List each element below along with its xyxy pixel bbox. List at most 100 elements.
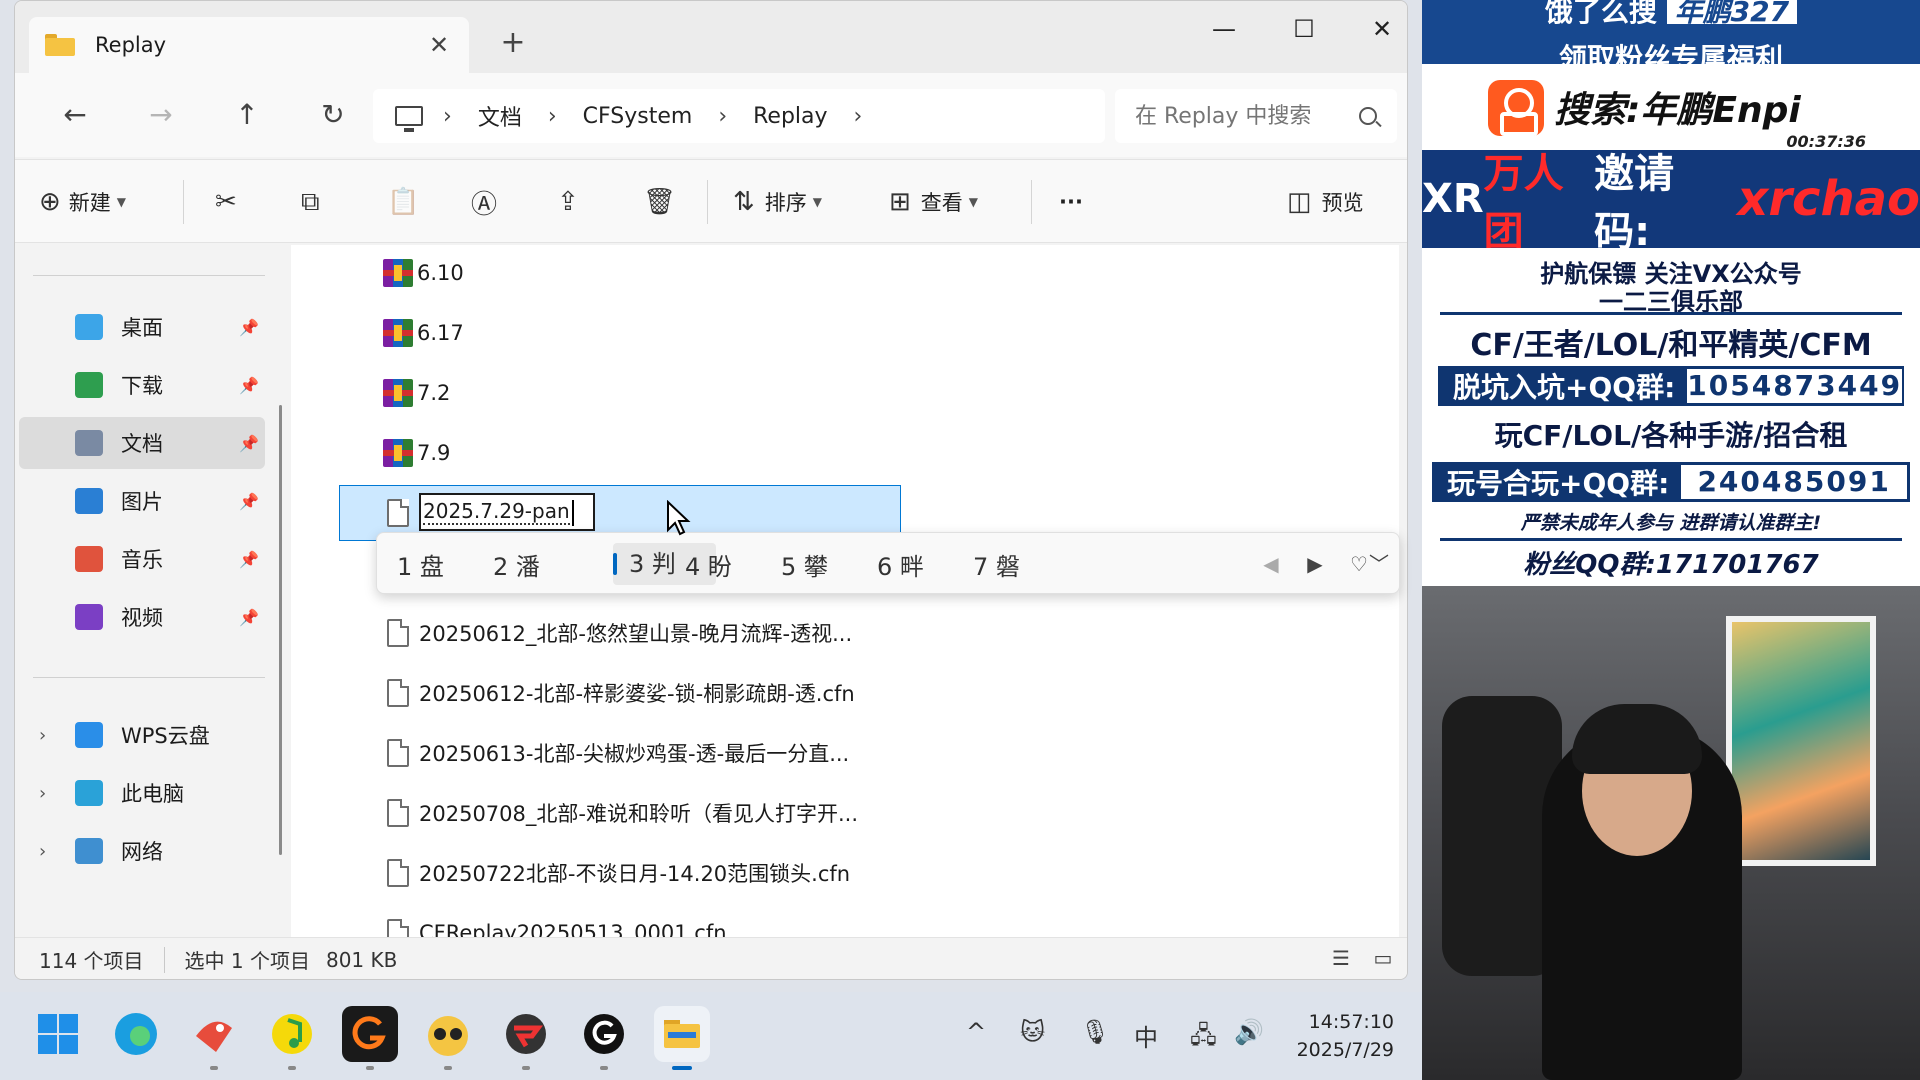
tab-close-button[interactable]: ✕ xyxy=(425,31,453,59)
qq-group-2-number: 240485091 xyxy=(1681,465,1907,499)
file-row[interactable]: 6.17 xyxy=(291,311,464,355)
tray-cat-icon[interactable]: 🐱 xyxy=(1020,1018,1045,1046)
more-options-button[interactable]: ··· xyxy=(1059,182,1083,222)
new-tab-button[interactable]: + xyxy=(493,25,533,60)
file-icon xyxy=(387,919,409,937)
sidebar-item-label: WPS云盘 xyxy=(121,724,210,748)
crossfire-app-button[interactable] xyxy=(498,1006,554,1070)
monitor-icon[interactable] xyxy=(395,106,423,132)
g-hub-app-button[interactable] xyxy=(576,1006,632,1070)
chevron-right-icon[interactable]: › xyxy=(39,841,46,862)
back-button[interactable]: ← xyxy=(51,93,99,137)
ime-candidate-2[interactable]: 2 潘 xyxy=(493,547,540,582)
sidebar-item-desktop[interactable]: 桌面 📌 xyxy=(19,301,265,353)
show-hidden-icons-button[interactable]: ^ xyxy=(966,1018,986,1046)
maximize-button[interactable]: ☐ xyxy=(1277,9,1331,49)
breadcrumb-documents[interactable]: 文档 xyxy=(478,100,522,132)
search-icon[interactable] xyxy=(1359,107,1377,125)
address-bar[interactable]: › 文档 › CFSystem › Replay › xyxy=(373,89,1105,143)
file-row[interactable]: CFReplay20250513_0001.cfn xyxy=(291,911,727,937)
ime-candidate-7[interactable]: 7 磐 xyxy=(973,547,1020,582)
app-bird-button[interactable] xyxy=(186,1006,242,1070)
preview-pane-button[interactable]: ◫ 预览 xyxy=(1287,182,1364,222)
close-window-button[interactable]: ✕ xyxy=(1355,9,1407,49)
ime-expand-button[interactable]: ﹀ xyxy=(1359,545,1399,583)
paste-button[interactable]: 📋 xyxy=(387,182,419,222)
tab-replay[interactable]: Replay ✕ xyxy=(29,17,469,73)
chevron-right-icon[interactable]: › xyxy=(548,104,557,129)
sidebar-item-videos[interactable]: 视频 📌 xyxy=(19,591,265,643)
chevron-right-icon[interactable]: › xyxy=(39,725,46,746)
network-status-icon[interactable]: 🖧 xyxy=(1190,1018,1217,1059)
rename-button[interactable]: Ⓐ xyxy=(471,182,497,222)
sidebar-item-documents[interactable]: 文档 📌 xyxy=(19,417,265,469)
sort-button[interactable]: ⇅ 排序 ▼ xyxy=(733,182,822,222)
sidebar-item-download[interactable]: 下载 📌 xyxy=(19,359,265,411)
file-icon xyxy=(387,739,409,767)
details-view-button[interactable]: ☰ xyxy=(1325,946,1357,974)
ime-candidate-4[interactable]: 4 盼 xyxy=(685,547,732,582)
rename-text: 2025.7.29-pan xyxy=(423,499,570,525)
file-icon xyxy=(387,799,409,827)
sort-icon: ⇅ xyxy=(733,187,755,217)
clipboard-icon: 📋 xyxy=(387,187,420,217)
pin-icon[interactable]: 📌 xyxy=(239,608,259,627)
share-button[interactable]: ⇪ xyxy=(557,182,579,222)
refresh-button[interactable]: ↻ xyxy=(309,93,357,137)
sidebar-item-computer[interactable]: › 此电脑 xyxy=(19,767,265,819)
breadcrumb-cfsystem[interactable]: CFSystem xyxy=(583,104,693,129)
rename-input[interactable]: 2025.7.29-pan xyxy=(419,493,595,531)
tiles-view-button[interactable]: ▭ xyxy=(1367,946,1399,974)
up-button[interactable]: ↑ xyxy=(223,93,271,137)
file-row[interactable]: 20250612_北部-悠然望山景-晚月流辉-透视... xyxy=(291,611,852,655)
search-input[interactable] xyxy=(1135,103,1359,129)
start-button[interactable] xyxy=(30,1006,86,1062)
pin-icon[interactable]: 📌 xyxy=(239,492,259,511)
download-icon xyxy=(75,372,103,398)
chevron-right-icon[interactable]: › xyxy=(854,104,863,129)
file-row[interactable]: 20250708_北部-难说和聆听（看见人打字开... xyxy=(291,791,858,835)
new-button[interactable]: ⊕ 新建 ▼ xyxy=(39,182,126,222)
file-explorer-taskbar-button[interactable] xyxy=(654,1006,710,1070)
volume-icon[interactable]: 🔊 xyxy=(1234,1018,1264,1046)
microphone-icon[interactable]: 🎙 xyxy=(1080,1018,1110,1046)
sidebar-item-pictures[interactable]: 图片 📌 xyxy=(19,475,265,527)
ime-candidate-1[interactable]: 1 盘 xyxy=(397,547,444,582)
sidebar-item-network[interactable]: › 网络 xyxy=(19,825,265,877)
edge-browser-button[interactable] xyxy=(108,1006,164,1062)
pin-icon[interactable]: 📌 xyxy=(239,550,259,569)
panda-app-button[interactable] xyxy=(420,1006,476,1070)
file-row[interactable]: 20250612-北部-梓影婆娑-锁-桐影疏朗-透.cfn xyxy=(291,671,855,715)
file-row[interactable]: 20250722北部-不谈日月-14.20范围锁头.cfn xyxy=(291,851,850,895)
file-row[interactable]: 20250613-北部-尖椒炒鸡蛋-透-最后一分直... xyxy=(291,731,849,775)
pin-icon[interactable]: 📌 xyxy=(239,376,259,395)
pin-icon[interactable]: 📌 xyxy=(239,318,259,337)
file-row[interactable]: 6.10 xyxy=(291,251,464,295)
delete-button[interactable]: 🗑 xyxy=(643,182,676,222)
scrollbar-thumb[interactable] xyxy=(279,405,282,855)
sidebar-scrollbar[interactable] xyxy=(277,245,283,937)
chevron-right-icon[interactable]: › xyxy=(718,104,727,129)
system-clock[interactable]: 14:57:10 2025/7/29 xyxy=(1290,1008,1394,1064)
ime-candidate-6[interactable]: 6 畔 xyxy=(877,547,924,582)
g-app-button[interactable] xyxy=(342,1006,398,1070)
file-row[interactable]: 7.9 xyxy=(291,431,450,475)
search-box[interactable] xyxy=(1115,89,1397,143)
selected-size: 801 KB xyxy=(325,947,398,972)
ime-prev-page-button[interactable]: ◀ xyxy=(1251,545,1291,583)
breadcrumb-replay[interactable]: Replay xyxy=(753,104,827,129)
forward-button[interactable]: → xyxy=(137,93,185,137)
ime-mode-indicator[interactable]: 中 xyxy=(1134,1018,1158,1053)
music-app-button[interactable] xyxy=(264,1006,320,1070)
copy-button[interactable]: ⧉ xyxy=(301,182,320,222)
sidebar-item-cloud[interactable]: › WPS云盘 xyxy=(19,709,265,761)
chevron-right-icon[interactable]: › xyxy=(39,783,46,804)
ime-candidate-5[interactable]: 5 攀 xyxy=(781,547,828,582)
minimize-button[interactable]: — xyxy=(1197,9,1251,49)
cut-button[interactable]: ✂ xyxy=(215,182,237,222)
file-row[interactable]: 7.2 xyxy=(291,371,450,415)
view-button[interactable]: ⊞ 查看 ▼ xyxy=(889,182,978,222)
chevron-right-icon[interactable]: › xyxy=(443,104,452,129)
sidebar-item-music[interactable]: 音乐 📌 xyxy=(19,533,265,585)
pin-icon[interactable]: 📌 xyxy=(239,434,259,453)
